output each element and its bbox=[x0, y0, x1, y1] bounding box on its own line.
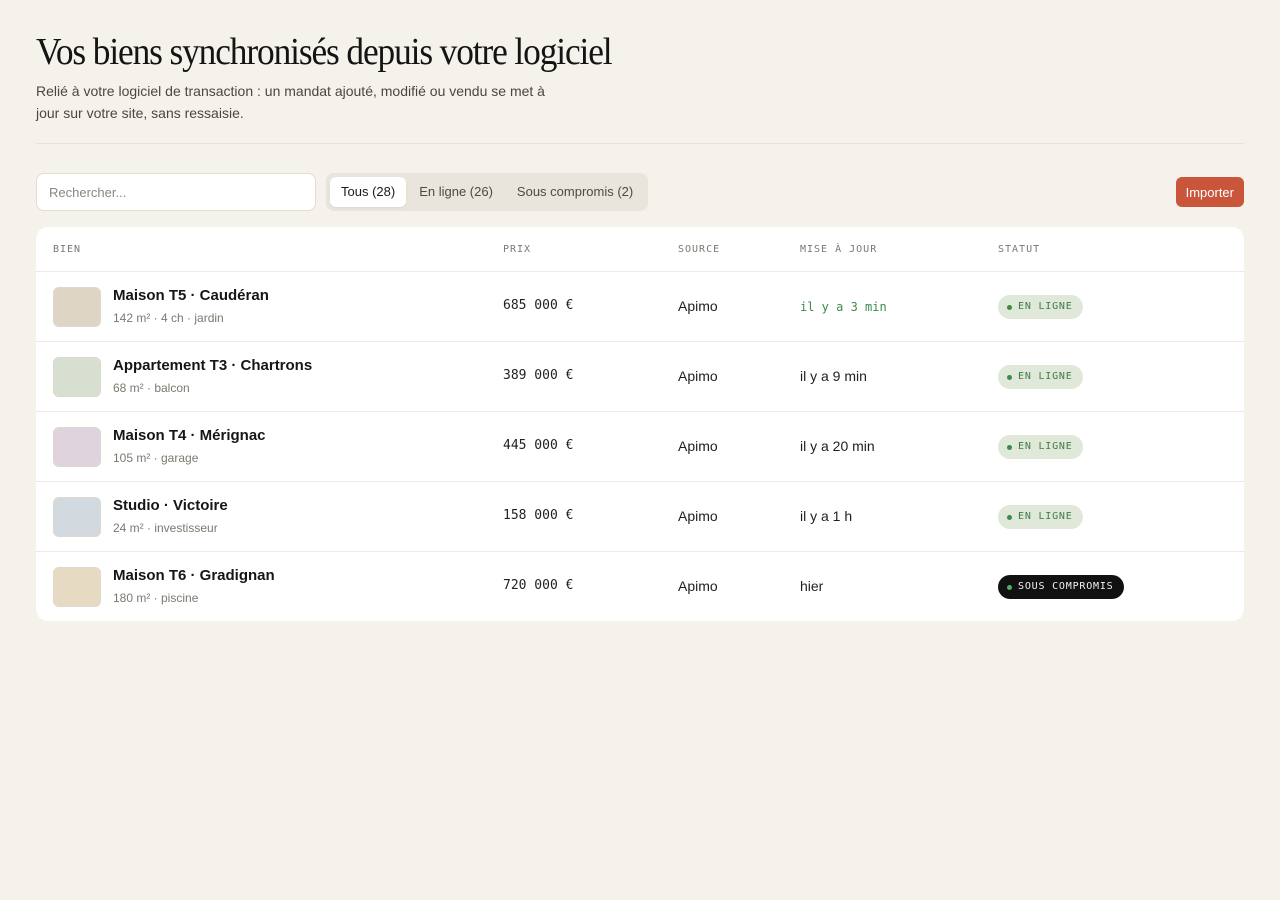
property-details: 180 m² · piscine bbox=[113, 591, 199, 605]
status-dot-icon bbox=[1007, 584, 1012, 590]
properties-table: BIEN PRIX SOURCE MISE À JOUR STATUT Mais… bbox=[36, 227, 1244, 621]
table-row[interactable]: Maison T4 · Mérignac 105 m² · garage 445… bbox=[36, 412, 1244, 482]
tab-en-ligne[interactable]: En ligne (26) bbox=[408, 177, 504, 207]
property-thumbnail bbox=[53, 427, 101, 467]
property-updated: il y a 3 min bbox=[800, 300, 887, 314]
property-name: Studio · Victoire bbox=[113, 497, 228, 514]
column-header-source[interactable]: SOURCE bbox=[678, 244, 720, 255]
property-updated: hier bbox=[800, 578, 824, 594]
table-row[interactable]: Maison T6 · Gradignan 180 m² · piscine 7… bbox=[36, 552, 1244, 621]
status-label: EN LIGNE bbox=[1018, 371, 1073, 382]
status-label: EN LIGNE bbox=[1018, 441, 1073, 452]
property-name: Maison T6 · Gradignan bbox=[113, 567, 275, 584]
page-header: Vos biens synchronisés depuis votre logi… bbox=[36, 30, 1244, 124]
status-dot-icon bbox=[1007, 304, 1012, 310]
status-label: EN LIGNE bbox=[1018, 511, 1073, 522]
property-thumbnail bbox=[53, 497, 101, 537]
property-source: Apimo bbox=[678, 298, 718, 314]
table-row[interactable]: Appartement T3 · Chartrons 68 m² · balco… bbox=[36, 342, 1244, 412]
filter-tabs: Tous (28) En ligne (26) Sous compromis (… bbox=[326, 173, 649, 211]
column-header-mise-a-jour[interactable]: MISE À JOUR bbox=[800, 244, 877, 255]
header-divider bbox=[36, 143, 1244, 144]
toolbar: Tous (28) En ligne (26) Sous compromis (… bbox=[36, 173, 1244, 211]
status-label: SOUS COMPROMIS bbox=[1018, 581, 1114, 592]
status-badge: EN LIGNE bbox=[998, 435, 1083, 459]
property-source: Apimo bbox=[678, 368, 718, 384]
status-badge: EN LIGNE bbox=[998, 365, 1083, 389]
property-price: 445 000 € bbox=[503, 438, 574, 453]
status-dot-icon bbox=[1007, 514, 1012, 520]
property-price: 389 000 € bbox=[503, 368, 574, 383]
property-name: Maison T4 · Mérignac bbox=[113, 427, 266, 444]
property-source: Apimo bbox=[678, 508, 718, 524]
property-price: 720 000 € bbox=[503, 578, 574, 593]
status-badge: SOUS COMPROMIS bbox=[998, 575, 1124, 599]
column-header-bien[interactable]: BIEN bbox=[53, 244, 81, 255]
status-label: EN LIGNE bbox=[1018, 301, 1073, 312]
property-updated: il y a 9 min bbox=[800, 368, 867, 384]
status-dot-icon bbox=[1007, 374, 1012, 380]
property-details: 142 m² · 4 ch · jardin bbox=[113, 311, 224, 325]
property-thumbnail bbox=[53, 357, 101, 397]
table-header: BIEN PRIX SOURCE MISE À JOUR STATUT bbox=[36, 227, 1244, 272]
property-name: Maison T5 · Caudéran bbox=[113, 287, 269, 304]
property-source: Apimo bbox=[678, 438, 718, 454]
property-price: 158 000 € bbox=[503, 508, 574, 523]
status-badge: EN LIGNE bbox=[998, 505, 1083, 529]
property-details: 68 m² · balcon bbox=[113, 381, 190, 395]
property-thumbnail bbox=[53, 567, 101, 607]
tab-tous[interactable]: Tous (28) bbox=[330, 177, 407, 207]
page-subtitle: Relié à votre logiciel de transaction : … bbox=[36, 83, 545, 121]
property-name: Appartement T3 · Chartrons bbox=[113, 357, 313, 374]
import-button[interactable]: Importer bbox=[1175, 177, 1244, 207]
property-price: 685 000 € bbox=[503, 298, 574, 313]
property-updated: il y a 1 h bbox=[800, 508, 853, 524]
property-source: Apimo bbox=[678, 578, 718, 594]
search-input[interactable] bbox=[36, 173, 316, 211]
property-updated: il y a 20 min bbox=[800, 438, 875, 454]
column-header-prix[interactable]: PRIX bbox=[503, 244, 531, 255]
status-dot-icon bbox=[1007, 444, 1012, 450]
page-title: Vos biens synchronisés depuis votre logi… bbox=[36, 31, 613, 73]
property-details: 105 m² · garage bbox=[113, 451, 199, 465]
property-thumbnail bbox=[53, 287, 101, 327]
column-header-statut[interactable]: STATUT bbox=[998, 244, 1040, 255]
property-details: 24 m² · investisseur bbox=[113, 521, 218, 535]
table-row[interactable]: Studio · Victoire 24 m² · investisseur 1… bbox=[36, 482, 1244, 552]
status-badge: EN LIGNE bbox=[998, 295, 1083, 319]
table-row[interactable]: Maison T5 · Caudéran 142 m² · 4 ch · jar… bbox=[36, 272, 1244, 342]
tab-sous-compromis[interactable]: Sous compromis (2) bbox=[506, 177, 644, 207]
